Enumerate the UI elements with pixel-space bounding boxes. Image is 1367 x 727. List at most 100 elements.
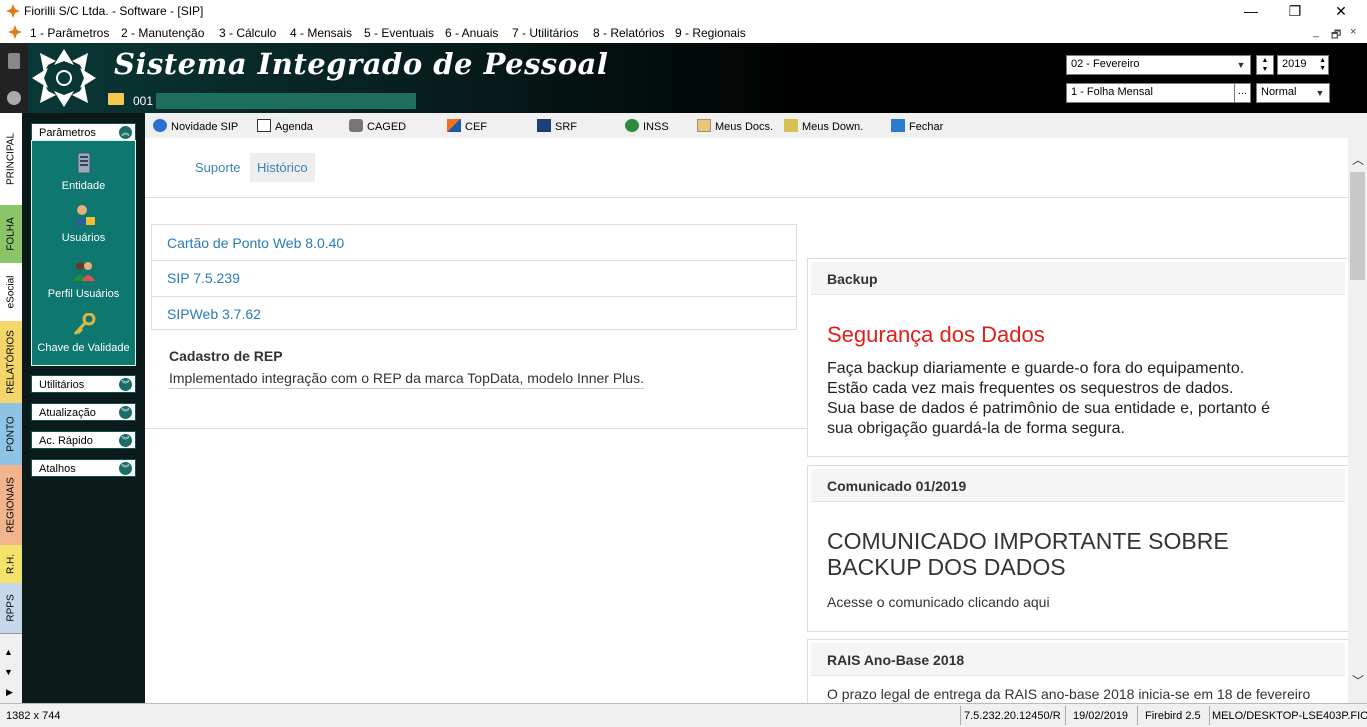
tab-historico[interactable]: Histórico <box>250 153 315 182</box>
fechar-button[interactable]: Fechar <box>891 119 943 133</box>
scrollbar-thumb[interactable] <box>1350 172 1365 280</box>
sidebar-item-entidade[interactable]: Entidade <box>32 151 135 192</box>
tab-principal[interactable]: PRINCIPAL <box>0 113 22 206</box>
sidebar-item-usuarios[interactable]: Usuários <box>32 203 135 244</box>
folder-icon[interactable] <box>108 93 124 105</box>
toolbar-label: INSS <box>643 121 669 133</box>
comunicado-link[interactable]: Acesse o comunicado clicando aqui <box>827 594 1050 610</box>
version-link[interactable]: SIPWeb 3.7.62 <box>167 306 261 322</box>
month-spinner[interactable]: ▲ ▼ <box>1256 55 1274 75</box>
calculator-icon[interactable] <box>8 53 20 69</box>
banner-side-strip <box>0 43 28 113</box>
tab-folha[interactable]: FOLHA <box>0 205 22 264</box>
menu-mensais[interactable]: 4 - Mensais <box>290 26 352 40</box>
card-header: Backup <box>811 262 1345 295</box>
chevron-down-icon: ︾ <box>119 462 132 475</box>
group-atalhos[interactable]: Atalhos ︾ <box>31 459 136 477</box>
group-acesso-rapido[interactable]: Ac. Rápido ︾ <box>31 431 136 449</box>
payroll-select[interactable]: 1 - Folha Mensal <box>1066 83 1236 103</box>
mdi-minimize-button[interactable]: _ <box>1313 26 1319 38</box>
group-label: Ac. Rápido <box>39 435 93 447</box>
group-label: Atalhos <box>39 463 76 475</box>
menu-manutencao[interactable]: 2 - Manutenção <box>121 26 204 40</box>
sidebar-item-perfil-usuarios[interactable]: Perfil Usuários <box>32 259 135 300</box>
sidebar-item-label: Chave de Validade <box>37 342 130 354</box>
scroll-down-icon[interactable]: ▼ <box>4 667 13 677</box>
chevron-down-icon: ︾ <box>119 406 132 419</box>
meus-docs-button[interactable]: Meus Docs. <box>697 119 773 133</box>
scroll-down-icon[interactable]: ﹀ <box>1352 672 1364 689</box>
cef-button[interactable]: CEF <box>447 119 487 133</box>
news-text: Implementado integração com o REP da mar… <box>169 370 644 389</box>
tab-label: R.H. <box>5 554 17 574</box>
tab-rh[interactable]: R.H. <box>0 545 22 584</box>
tab-regionais[interactable]: REGIONAIS <box>0 465 22 546</box>
chevron-down-icon: ︾ <box>119 434 132 447</box>
year-spinner-icon[interactable]: ▲ ▼ <box>1319 57 1326 73</box>
group-atualizacao[interactable]: Atualização ︾ <box>31 403 136 421</box>
year-value: 2019 <box>1282 58 1307 70</box>
scroll-up-icon[interactable]: ▲ <box>4 647 13 657</box>
main-content: Suporte Histórico Cartão de Ponto Web 8.… <box>145 138 1348 703</box>
scroll-up-icon[interactable]: ︿ <box>1352 151 1364 168</box>
sidebar-item-label: Usuários <box>61 232 106 244</box>
tabs-divider <box>145 197 1348 198</box>
srf-button[interactable]: SRF <box>537 119 577 133</box>
title-bar: Fiorilli S/C Ltda. - Software - [SIP] — … <box>0 0 1367 22</box>
minimize-button[interactable]: — <box>1228 0 1274 22</box>
rais-card: RAIS Ano-Base 2018 O prazo legal de entr… <box>807 639 1348 703</box>
server-icon <box>77 152 90 174</box>
comunicado-title[interactable]: COMUNICADO IMPORTANTE SOBRE BACKUP DOS D… <box>827 528 1229 580</box>
tab-relatorios[interactable]: RELATÓRIOS <box>0 321 22 404</box>
close-button[interactable]: ✕ <box>1318 0 1364 22</box>
tab-suporte[interactable]: Suporte <box>188 153 248 182</box>
menu-anuais[interactable]: 6 - Anuais <box>445 26 498 40</box>
sidebar-item-label: Entidade <box>61 180 106 192</box>
group-utilitarios[interactable]: Utilitários ︾ <box>31 375 136 393</box>
menu-eventuais[interactable]: 5 - Eventuais <box>364 26 434 40</box>
status-resolution: 1382 x 744 <box>6 710 61 722</box>
list-item[interactable]: SIPWeb 3.7.62 <box>152 297 796 330</box>
status-machine: MELO/DESKTOP-LSE403P.FIOR <box>1212 710 1367 722</box>
toolbar-label: Meus Down. <box>802 121 864 133</box>
year-input[interactable]: 2019 ▲ ▼ <box>1277 55 1329 75</box>
version-link[interactable]: Cartão de Ponto Web 8.0.40 <box>167 235 344 251</box>
tab-label: FOLHA <box>5 217 17 251</box>
list-item[interactable]: SIP 7.5.239 <box>152 261 796 297</box>
scroll-right-icon[interactable]: ▶ <box>6 687 13 698</box>
payroll-browse-button[interactable]: ... <box>1234 83 1251 103</box>
entity-name-bar <box>156 93 416 109</box>
novidade-sip-button[interactable]: Novidade SIP <box>153 119 238 133</box>
meus-downloads-button[interactable]: Meus Down. <box>784 119 863 133</box>
mode-select[interactable]: Normal ▼ <box>1256 83 1330 103</box>
inss-button[interactable]: INSS <box>625 119 669 133</box>
menu-utilitarios[interactable]: 7 - Utilitários <box>512 26 579 40</box>
toolbar-label: CAGED <box>367 121 407 133</box>
card-header-label: Comunicado 01/2019 <box>827 478 967 494</box>
tab-ponto[interactable]: PONTO <box>0 403 22 466</box>
group-label: Atualização <box>39 407 96 419</box>
calendar-icon <box>257 119 271 132</box>
backup-line: sua obrigação guardá-la de forma segura. <box>827 420 1125 437</box>
version-list: Cartão de Ponto Web 8.0.40 SIP 7.5.239 S… <box>151 224 797 330</box>
caged-button[interactable]: CAGED <box>349 119 406 133</box>
mdi-close-button[interactable]: × <box>1350 26 1356 38</box>
restore-button[interactable]: ❐ <box>1272 0 1318 22</box>
sidebar-item-chave-validade[interactable]: Chave de Validade <box>32 312 135 354</box>
version-link[interactable]: SIP 7.5.239 <box>167 270 240 286</box>
tab-esocial[interactable]: eSocial <box>0 263 22 322</box>
group-parametros[interactable]: Parâmetros ︽ <box>31 123 136 141</box>
menu-regionais[interactable]: 9 - Regionais <box>675 26 746 40</box>
card-header: RAIS Ano-Base 2018 <box>811 643 1345 676</box>
agenda-button[interactable]: Agenda <box>257 119 313 133</box>
menu-relatorios[interactable]: 8 - Relatórios <box>593 26 664 40</box>
menu-calculo[interactable]: 3 - Cálculo <box>219 26 276 40</box>
vertical-scrollbar[interactable]: ︿ ﹀ <box>1348 138 1367 703</box>
fiorilli-logo <box>32 49 96 107</box>
month-select[interactable]: 02 - Fevereiro ▼ <box>1066 55 1251 75</box>
settings-icon[interactable] <box>7 91 21 105</box>
list-item[interactable]: Cartão de Ponto Web 8.0.40 <box>152 225 796 261</box>
tab-rpps[interactable]: RPPS <box>0 583 22 634</box>
backup-line: Faça backup diariamente e guarde-o fora … <box>827 360 1245 377</box>
menu-parametros[interactable]: 1 - Parâmetros <box>30 26 109 40</box>
